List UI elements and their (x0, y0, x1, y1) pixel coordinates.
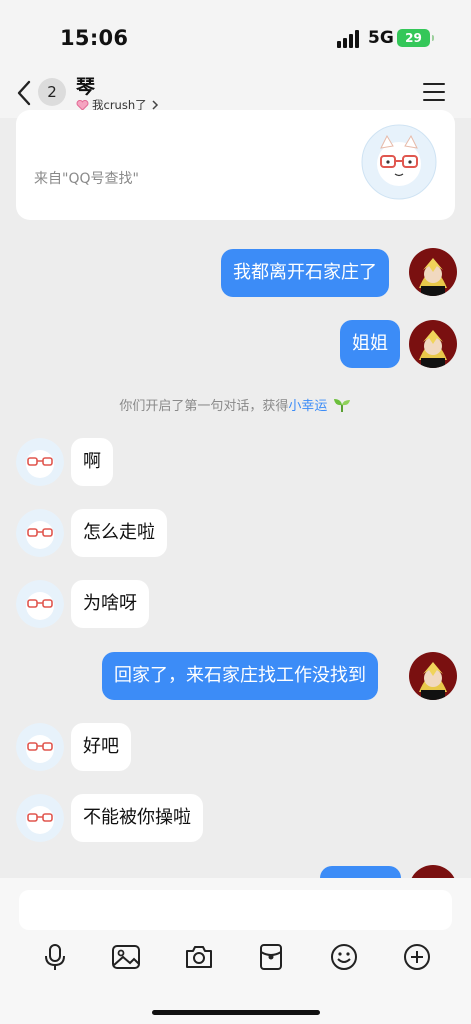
battery-icon: 29 (397, 29, 434, 47)
message-bubble[interactable]: 姐姐 (340, 320, 400, 368)
contact-avatar[interactable] (361, 124, 437, 200)
heart-icon (76, 99, 89, 111)
chevron-left-icon[interactable] (14, 78, 36, 108)
contact-avatar[interactable] (16, 580, 64, 628)
source-text: 来自"QQ号查找" (34, 171, 139, 187)
notice-text: 你们开启了第一句对话，获得 (119, 399, 289, 414)
source-card: 来自"QQ号查找" (16, 110, 455, 220)
message-input[interactable] (19, 890, 452, 930)
lucky-link[interactable]: 小幸运 (288, 399, 327, 414)
input-area (0, 878, 471, 1024)
message-bubble[interactable]: 回家了，来石家庄找工作没找到 (102, 652, 378, 700)
camera-icon[interactable] (184, 942, 214, 972)
signal-icon (337, 30, 361, 48)
emoji-icon[interactable] (329, 942, 359, 972)
my-avatar[interactable] (409, 248, 457, 296)
message-bubble[interactable]: 啊 (71, 438, 113, 486)
red-packet-icon[interactable] (256, 942, 286, 972)
menu-icon[interactable] (423, 82, 445, 102)
image-icon[interactable] (111, 942, 141, 972)
contact-avatar[interactable] (16, 794, 64, 842)
home-indicator (152, 1010, 320, 1015)
message-bubble[interactable]: 我都离开石家庄了 (221, 249, 389, 297)
message-bubble[interactable]: 好吧 (71, 723, 131, 771)
contact-avatar[interactable] (16, 438, 64, 486)
my-avatar[interactable] (409, 652, 457, 700)
message-bubble[interactable]: 为啥呀 (71, 580, 149, 628)
network-type: 5G (368, 28, 394, 48)
system-notice: 你们开启了第一句对话，获得小幸运 (0, 395, 471, 414)
message-bubble[interactable]: 怎么走啦 (71, 509, 167, 557)
plus-icon[interactable] (402, 942, 432, 972)
unread-count-badge[interactable]: 2 (38, 78, 66, 106)
my-avatar[interactable] (409, 320, 457, 368)
sprout-icon (333, 399, 350, 412)
message-bubble[interactable]: 不能被你操啦 (71, 794, 203, 842)
status-bar: 15:06 5G 29 (0, 0, 471, 70)
microphone-icon[interactable] (40, 942, 70, 972)
battery-level: 29 (405, 31, 422, 45)
contact-avatar[interactable] (16, 509, 64, 557)
contact-avatar[interactable] (16, 723, 64, 771)
contact-name[interactable]: 琴 (76, 72, 95, 99)
status-time: 15:06 (60, 26, 129, 50)
